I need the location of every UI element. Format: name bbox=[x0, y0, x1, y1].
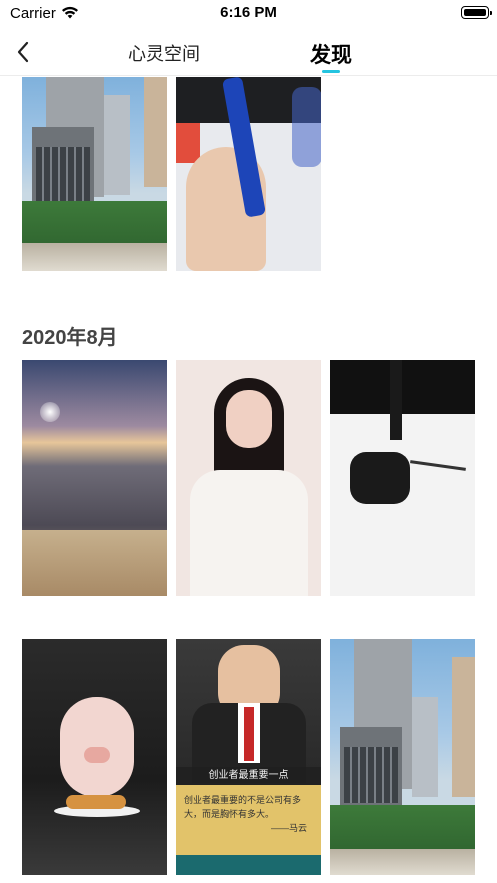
tab-discover[interactable]: 发现 bbox=[310, 39, 352, 69]
media-thumbnail-city-buildings[interactable] bbox=[330, 639, 475, 875]
media-thumbnail-desk-earbuds[interactable] bbox=[330, 360, 475, 596]
back-button[interactable] bbox=[10, 38, 36, 66]
battery-icon bbox=[461, 6, 492, 19]
media-thumbnail-sunset-sky[interactable] bbox=[22, 360, 167, 596]
tab-soul-space[interactable]: 心灵空间 bbox=[128, 40, 200, 66]
subtitle-banner: 创业者最重要一点 bbox=[176, 767, 321, 785]
media-grid[interactable]: 2020年8月 创业者最重要一点 创业者最重要的不是公司有多 大，而是胸怀有多大… bbox=[0, 77, 497, 883]
quote-line-1: 创业者最重要的不是公司有多 bbox=[184, 795, 302, 805]
chevron-left-icon bbox=[17, 41, 29, 63]
status-time: 6:16 PM bbox=[220, 4, 277, 21]
status-bar: Carrier 6:16 PM bbox=[0, 0, 497, 26]
quote-line-2: 大，而是胸怀有多大。 bbox=[184, 809, 275, 819]
media-thumbnail-city-buildings[interactable] bbox=[22, 77, 167, 271]
media-thumbnail-hand-holding-pen[interactable] bbox=[176, 77, 321, 271]
section-title-2020-august: 2020年8月 bbox=[22, 327, 118, 349]
media-thumbnail-piglet-bread[interactable] bbox=[22, 639, 167, 875]
media-thumbnail-woman-speaking[interactable] bbox=[176, 360, 321, 596]
quote-caption: 创业者最重要的不是公司有多 大，而是胸怀有多大。 ——马云 bbox=[176, 785, 321, 855]
media-thumbnail-speaker-subtitle[interactable]: 创业者最重要一点 创业者最重要的不是公司有多 大，而是胸怀有多大。 ——马云 bbox=[176, 639, 321, 875]
quote-signature: ——马云 bbox=[270, 823, 307, 833]
active-tab-indicator bbox=[322, 70, 340, 73]
navigation-bar: 心灵空间 发现 bbox=[0, 26, 497, 76]
